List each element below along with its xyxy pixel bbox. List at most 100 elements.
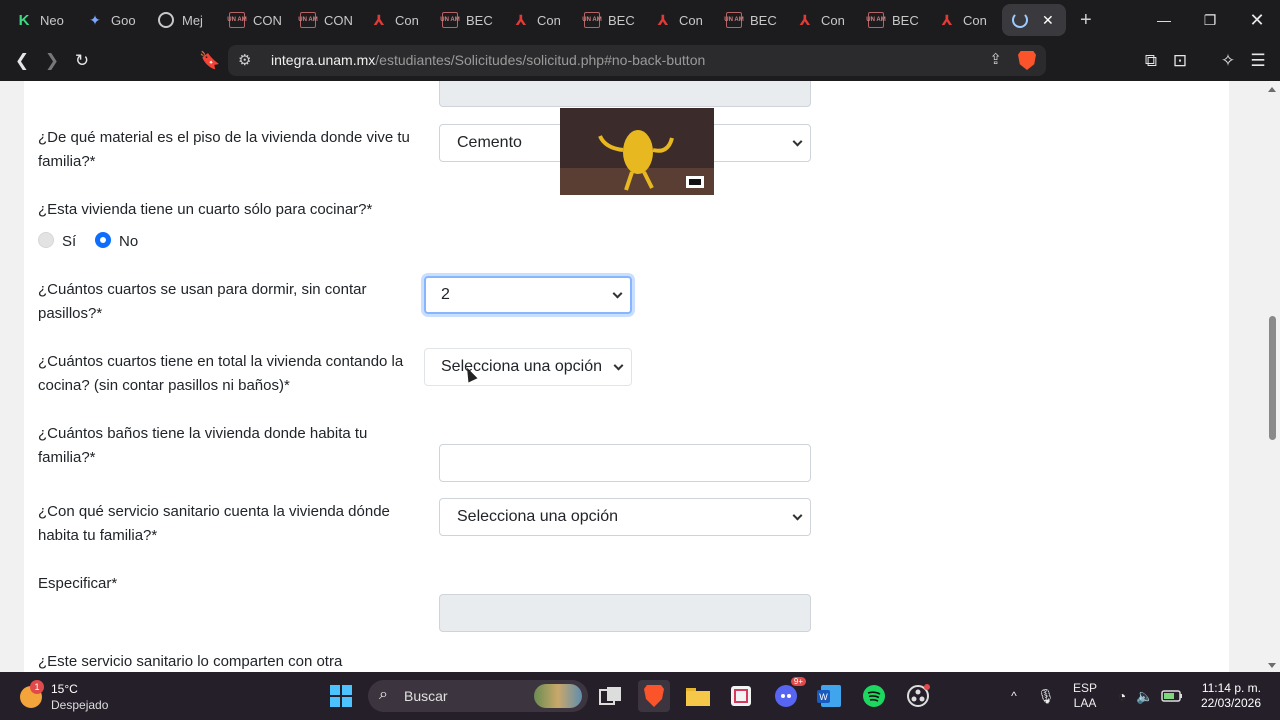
extensions-icon[interactable]: ⧉ bbox=[1136, 40, 1166, 81]
browser-tab[interactable]: UN AM BEC bbox=[574, 4, 645, 36]
browser-tab[interactable]: Mej bbox=[148, 4, 219, 36]
file-explorer-icon[interactable] bbox=[682, 680, 714, 712]
browser-tab[interactable]: UN AM CON bbox=[219, 4, 290, 36]
page-viewport: ¿De qué material es el piso de la vivien… bbox=[0, 81, 1280, 672]
k-logo-icon: K bbox=[18, 11, 30, 29]
question-bedrooms-label: ¿Cuántos cuartos se usan para dormir, si… bbox=[38, 281, 367, 322]
spotify-icon[interactable] bbox=[858, 680, 890, 712]
bedrooms-select-value: 2 bbox=[441, 286, 450, 303]
overlay-video-thumbnail bbox=[560, 108, 714, 195]
floor-select-value: Cemento bbox=[457, 134, 522, 151]
taskbar-search[interactable]: ⌕ Buscar bbox=[368, 680, 588, 712]
browser-tab[interactable]: ⅄ Con bbox=[929, 4, 1000, 36]
chevron-down-icon bbox=[792, 510, 803, 521]
tab-label: BEC bbox=[608, 12, 635, 28]
microphone-icon[interactable]: 🎙 bbox=[1036, 672, 1056, 720]
forward-button[interactable]: ❯ bbox=[37, 40, 67, 81]
gemini-star-icon: ✦ bbox=[89, 11, 101, 28]
volume-icon[interactable]: 🔈 bbox=[1135, 672, 1155, 720]
question-floor-label: ¿De qué material es el piso de la vivien… bbox=[38, 129, 410, 170]
browser-tab[interactable]: ⅄ Con bbox=[645, 4, 716, 36]
bookmark-icon[interactable]: 🔖 bbox=[195, 40, 225, 81]
specify-input-disabled bbox=[439, 594, 811, 632]
kitchen-radio-no[interactable] bbox=[95, 232, 111, 248]
back-button[interactable]: ❮ bbox=[7, 40, 37, 81]
pdf-icon: ⅄ bbox=[373, 11, 385, 28]
tab-label: Mej bbox=[182, 12, 203, 28]
close-window-button[interactable]: ✕ bbox=[1234, 0, 1280, 40]
total-rooms-select[interactable]: Selecciona una opción bbox=[424, 348, 632, 386]
browser-tab[interactable]: K Neo bbox=[6, 4, 77, 36]
site-settings-icon[interactable]: ⚙ bbox=[238, 51, 251, 69]
question-bathrooms-label: ¿Cuántos baños tiene la vivienda donde h… bbox=[38, 425, 368, 466]
search-icon: ⌕ bbox=[379, 686, 388, 703]
weather-widget[interactable]: 1 15°C Despejado bbox=[18, 680, 118, 712]
snipping-tool-icon[interactable] bbox=[725, 680, 757, 712]
record-icon bbox=[158, 12, 174, 28]
task-view-icon[interactable] bbox=[595, 680, 627, 712]
close-tab-icon[interactable]: ✕ bbox=[1042, 12, 1054, 29]
browser-tab[interactable]: ✦ Goo bbox=[77, 4, 148, 36]
previous-specify-field bbox=[439, 81, 811, 107]
unam-icon: UN AM bbox=[582, 12, 602, 28]
tab-label: BEC bbox=[466, 12, 493, 28]
taskbar-search-label: Buscar bbox=[404, 688, 448, 704]
tab-list: K Neo ✦ Goo Mej UN AM CON UN AM CON ⅄ Con UN AM BEC ⅄… bbox=[0, 4, 1000, 36]
unam-icon: UN AM bbox=[227, 12, 247, 28]
sanitary-select[interactable]: Selecciona una opción bbox=[439, 498, 811, 536]
address-bar[interactable]: ⚙ integra.unam.mx/estudiantes/Solicitude… bbox=[228, 45, 1046, 76]
discord-badge: 9+ bbox=[790, 677, 806, 686]
reader-mode-icon[interactable]: ⊡ bbox=[1165, 40, 1195, 81]
kitchen-radio-si[interactable] bbox=[38, 232, 54, 248]
browser-tab[interactable]: UN AM CON bbox=[290, 4, 361, 36]
vertical-scrollbar[interactable] bbox=[1265, 81, 1280, 672]
question-specify-label: Especificar* bbox=[38, 575, 118, 592]
unam-icon: UN AM bbox=[298, 12, 318, 28]
sanitary-select-value: Selecciona una opción bbox=[457, 508, 619, 525]
bedrooms-select[interactable]: 2 bbox=[424, 276, 632, 314]
browser-tab[interactable]: ⅄ Con bbox=[787, 4, 858, 36]
obs-icon[interactable] bbox=[902, 680, 934, 712]
restore-button[interactable]: ❐ bbox=[1187, 0, 1233, 40]
weather-desc: Despejado bbox=[51, 698, 109, 712]
tab-label: Con bbox=[537, 12, 561, 28]
minimize-button[interactable]: — bbox=[1141, 0, 1187, 40]
browser-tab[interactable]: ⅄ Con bbox=[503, 4, 574, 36]
browser-tab[interactable]: ⅄ Con bbox=[361, 4, 432, 36]
scrollbar-thumb[interactable] bbox=[1269, 316, 1276, 440]
reload-button[interactable]: ↻ bbox=[67, 40, 97, 81]
tab-label: Con bbox=[679, 12, 703, 28]
scroll-up-icon[interactable] bbox=[1268, 87, 1276, 92]
language-indicator[interactable]: ESP LAA bbox=[1066, 672, 1104, 720]
question-kitchen-label: ¿Esta vivienda tiene un cuarto sólo para… bbox=[38, 201, 373, 218]
menu-icon[interactable]: ☰ bbox=[1243, 40, 1273, 81]
pdf-icon: ⅄ bbox=[515, 11, 527, 28]
browser-tab[interactable]: UN AM BEC bbox=[432, 4, 503, 36]
url-text[interactable]: integra.unam.mx/estudiantes/Solicitudes/… bbox=[271, 52, 705, 68]
discord-icon[interactable]: 9+ bbox=[770, 677, 806, 712]
new-tab-button[interactable]: + bbox=[1080, 9, 1092, 32]
tab-label: Neo bbox=[40, 12, 64, 28]
language-bottom: LAA bbox=[1073, 696, 1097, 710]
scroll-down-icon[interactable] bbox=[1268, 663, 1276, 668]
tab-label: Con bbox=[821, 12, 845, 28]
browser-tab[interactable]: UN AM BEC bbox=[716, 4, 787, 36]
leo-ai-icon[interactable]: ✧ bbox=[1213, 40, 1243, 81]
battery-icon[interactable] bbox=[1160, 672, 1184, 720]
browser-tab[interactable]: UN AM BEC bbox=[858, 4, 929, 36]
unam-icon: UN AM bbox=[724, 12, 744, 28]
question-sanitary-label: ¿Con qué servicio sanitario cuenta la vi… bbox=[38, 503, 390, 544]
loading-spinner-icon bbox=[1012, 12, 1028, 28]
share-icon[interactable]: ⇪ bbox=[989, 50, 1002, 68]
brave-taskbar-icon[interactable] bbox=[638, 680, 670, 712]
brave-shields-icon[interactable] bbox=[1018, 51, 1036, 70]
system-clock[interactable]: 11:14 p. m. 22/03/2026 bbox=[1201, 681, 1261, 711]
tab-label: CON bbox=[324, 12, 353, 28]
show-hidden-icons-chevron[interactable]: ^ bbox=[1004, 672, 1024, 720]
unam-icon: UN AM bbox=[440, 12, 460, 28]
tab-active-loading[interactable]: ✕ bbox=[1002, 4, 1066, 36]
bathrooms-input[interactable] bbox=[439, 444, 811, 482]
start-button[interactable] bbox=[325, 680, 357, 712]
word-icon[interactable]: W bbox=[813, 680, 845, 712]
wifi-icon[interactable]: ◔ bbox=[1112, 672, 1132, 720]
